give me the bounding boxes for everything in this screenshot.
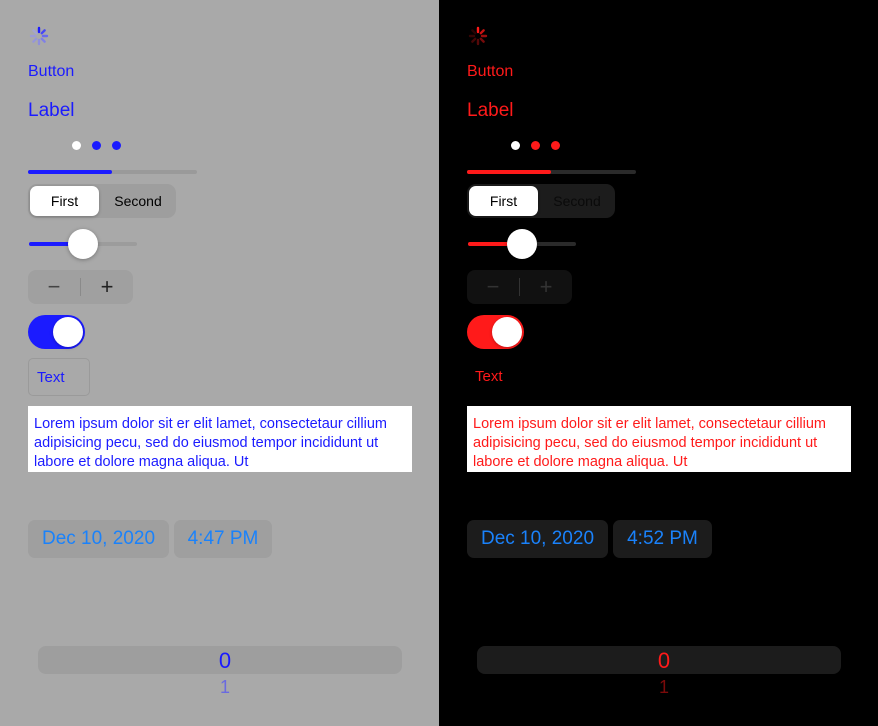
segmented-control[interactable]: First Second: [467, 184, 615, 218]
stepper[interactable]: − +: [467, 270, 572, 304]
picker-row[interactable]: 1: [482, 677, 846, 698]
page-dot-current[interactable]: [511, 141, 520, 150]
page-dot[interactable]: [92, 141, 101, 150]
minus-icon[interactable]: −: [467, 270, 519, 304]
stepper[interactable]: − +: [28, 270, 133, 304]
progress-bar: [28, 170, 197, 174]
button[interactable]: Button: [28, 63, 74, 81]
slider-thumb[interactable]: [68, 229, 98, 259]
right-panel: Button Label First Second − + Text Lorem…: [439, 0, 878, 726]
time-picker[interactable]: 4:52 PM: [613, 520, 712, 558]
segment-first[interactable]: First: [469, 186, 538, 216]
activity-indicator-icon: [29, 26, 49, 46]
progress-bar-fill: [467, 170, 551, 174]
segment-first[interactable]: First: [30, 186, 99, 216]
slider-thumb[interactable]: [507, 229, 537, 259]
left-panel: Button Label First Second − + Text Lorem…: [0, 0, 439, 726]
activity-indicator-icon: [468, 26, 488, 46]
toggle-switch[interactable]: [467, 315, 524, 349]
toggle-switch[interactable]: [28, 315, 85, 349]
text-field[interactable]: Text: [28, 358, 90, 396]
page-dot-current[interactable]: [72, 141, 81, 150]
picker-row-selected[interactable]: 0: [482, 648, 846, 674]
picker-row[interactable]: 1: [43, 677, 407, 698]
minus-icon[interactable]: −: [28, 270, 80, 304]
page-dot[interactable]: [531, 141, 540, 150]
toggle-knob: [53, 317, 83, 347]
progress-bar: [467, 170, 636, 174]
segment-second[interactable]: Second: [100, 186, 176, 216]
text-field-value: Text: [37, 369, 65, 386]
text-view[interactable]: Lorem ipsum dolor sit er elit lamet, con…: [467, 406, 851, 472]
segmented-control[interactable]: First Second: [28, 184, 176, 218]
text-field-value: Text: [475, 368, 503, 385]
page-dot[interactable]: [112, 141, 121, 150]
picker-row-selected[interactable]: 0: [43, 648, 407, 674]
date-picker[interactable]: Dec 10, 2020: [28, 520, 169, 558]
segment-second[interactable]: Second: [539, 186, 615, 216]
toggle-knob: [492, 317, 522, 347]
label: Label: [28, 100, 75, 121]
text-view[interactable]: Lorem ipsum dolor sit er elit lamet, con…: [28, 406, 412, 472]
plus-icon[interactable]: +: [520, 270, 572, 304]
label: Label: [467, 100, 514, 121]
plus-icon[interactable]: +: [81, 270, 133, 304]
time-picker[interactable]: 4:47 PM: [174, 520, 272, 558]
progress-bar-fill: [28, 170, 112, 174]
text-field[interactable]: Text: [467, 358, 529, 396]
button[interactable]: Button: [467, 63, 513, 81]
date-picker[interactable]: Dec 10, 2020: [467, 520, 608, 558]
page-dot[interactable]: [551, 141, 560, 150]
